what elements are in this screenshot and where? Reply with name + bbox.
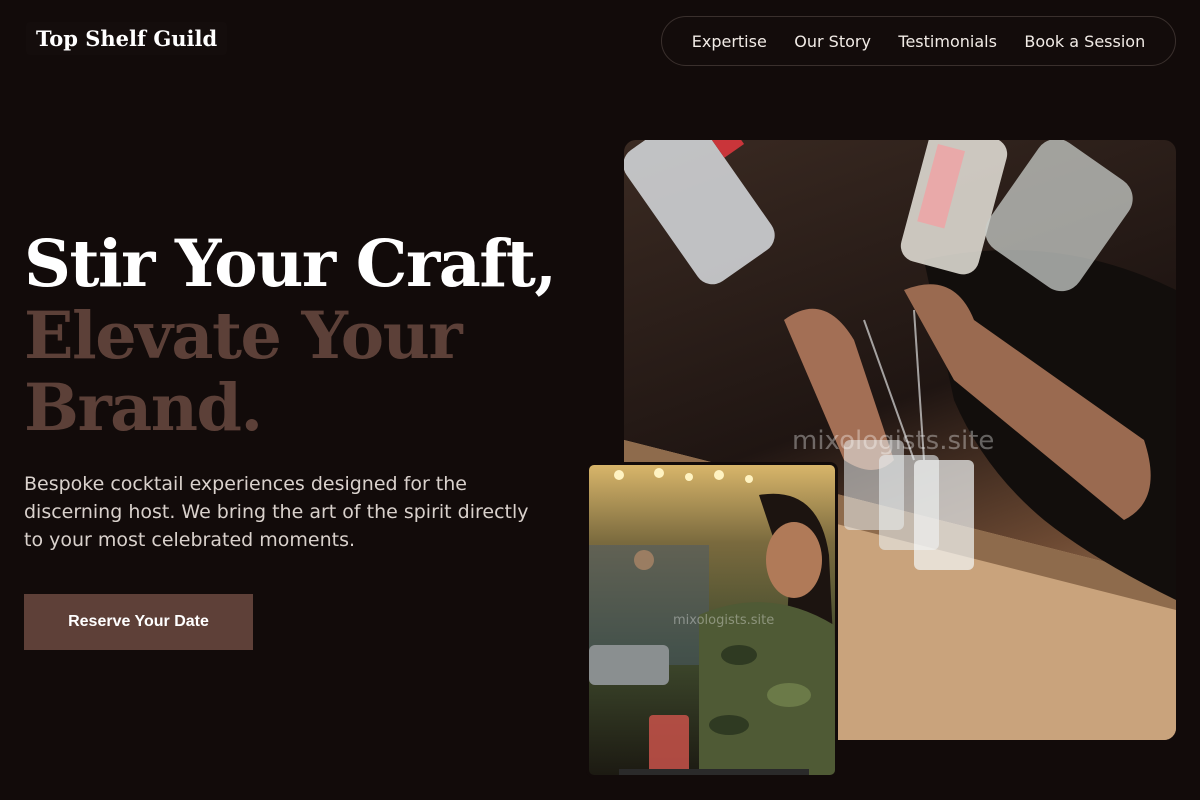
camo-shirt xyxy=(699,602,835,775)
cocktail-shaker xyxy=(589,645,669,685)
hero-headline-line-1: Stir Your Craft, xyxy=(24,226,557,302)
small-photo-watermark: mixologists.site xyxy=(673,613,775,628)
hero-description: Bespoke cocktail experiences designed fo… xyxy=(24,473,529,551)
hero-headline-line-3: Brand. xyxy=(24,370,263,446)
hero-headline-line-2: Elevate Your xyxy=(24,298,463,374)
nav-link-book-a-session[interactable]: Book a Session xyxy=(1024,32,1145,51)
woman-bartender-photo: mixologists.site xyxy=(586,462,838,778)
bottle-left xyxy=(624,140,775,285)
nav-link-testimonials[interactable]: Testimonials xyxy=(898,32,997,51)
main-nav: Expertise Our Story Testimonials Book a … xyxy=(661,16,1176,66)
main-photo-watermark: mixologists.site xyxy=(792,426,995,456)
hero-headline: Stir Your Craft, Elevate Your Brand. xyxy=(24,226,557,446)
site-logo[interactable]: Top Shelf Guild xyxy=(26,22,228,55)
nav-link-expertise[interactable]: Expertise xyxy=(692,32,767,51)
red-cocktail-glass xyxy=(649,715,689,775)
woman-face xyxy=(766,522,822,598)
string-lights xyxy=(614,468,753,483)
reserve-date-button[interactable]: Reserve Your Date xyxy=(24,594,253,650)
nav-link-our-story[interactable]: Our Story xyxy=(794,32,871,51)
